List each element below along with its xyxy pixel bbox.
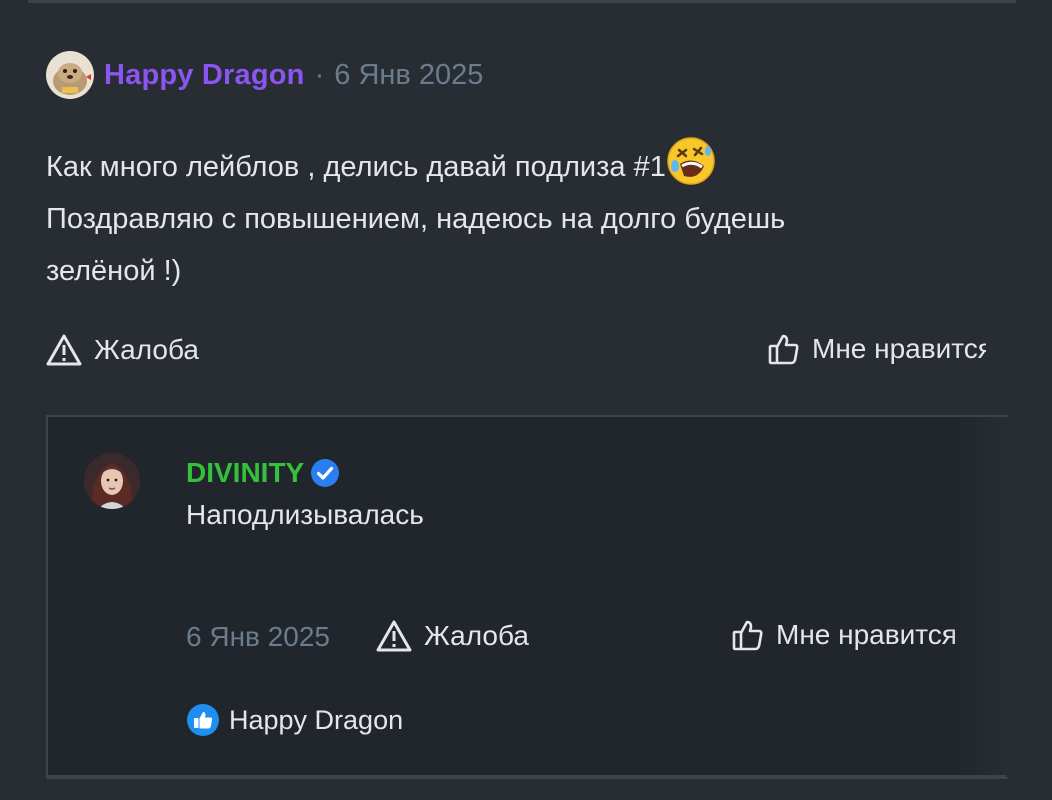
post-line: Поздравляю с повышением, надеюсь на долг… xyxy=(46,203,786,235)
reply-text: Наподлизывалась xyxy=(186,499,424,530)
reply-author-row: DIVINITY xyxy=(186,457,340,489)
avatar[interactable] xyxy=(84,453,140,509)
reply-actions: 6 Янв 2025 Жалоба Мне нравится xyxy=(186,617,1006,661)
user-avatar-icon xyxy=(84,453,140,509)
avatar[interactable] xyxy=(46,51,94,99)
like-button[interactable]: Мне нравится xyxy=(768,333,986,365)
post-header: Happy Dragon · 6 Янв 2025 xyxy=(46,50,483,100)
seal-avatar-icon xyxy=(46,51,94,99)
comment-thread: Happy Dragon · 6 Янв 2025 Как много лейб… xyxy=(0,0,1052,800)
post-author[interactable]: Happy Dragon xyxy=(104,59,305,92)
thumbs-up-icon xyxy=(732,620,763,651)
like-reaction-icon xyxy=(187,704,219,736)
divider xyxy=(28,0,1016,3)
post-line: зелёной !) xyxy=(46,255,182,287)
post-actions: Жалоба Мне нравится xyxy=(46,328,986,374)
divider xyxy=(46,775,1006,777)
reply-report-button[interactable]: Жалоба xyxy=(376,619,529,653)
liked-by[interactable]: Happy Dragon xyxy=(186,703,403,737)
like-label: Мне нравится xyxy=(812,333,986,364)
report-label: Жалоба xyxy=(424,620,529,651)
warning-icon xyxy=(376,620,412,652)
reply-date[interactable]: 6 Янв 2025 xyxy=(186,621,330,653)
verified-badge-icon xyxy=(311,459,340,487)
rolling-laughing-emoji-icon xyxy=(667,137,715,185)
reply-comment: DIVINITY Наподлизывалась 6 Янв 2025 Жало… xyxy=(46,415,1008,779)
warning-icon xyxy=(46,334,82,366)
post-line-text: Как много лейблов , делись давай подлиза… xyxy=(46,151,666,183)
like-label: Мне нравится xyxy=(776,619,957,650)
post-date[interactable]: 6 Янв 2025 xyxy=(334,59,483,92)
reply-author[interactable]: DIVINITY xyxy=(186,457,304,489)
separator-dot: · xyxy=(314,58,325,91)
post-line: Как много лейблов , делись давай подлиза… xyxy=(46,136,986,193)
overflow-fade xyxy=(948,417,1008,777)
report-button[interactable]: Жалоба xyxy=(46,333,199,367)
report-label: Жалоба xyxy=(94,334,199,365)
liked-by-name[interactable]: Happy Dragon xyxy=(229,705,403,736)
post-body: Как много лейблов , делись давай подлиза… xyxy=(46,136,986,297)
reply-like-button[interactable]: Мне нравится xyxy=(732,619,957,651)
thumbs-up-icon xyxy=(768,334,799,365)
